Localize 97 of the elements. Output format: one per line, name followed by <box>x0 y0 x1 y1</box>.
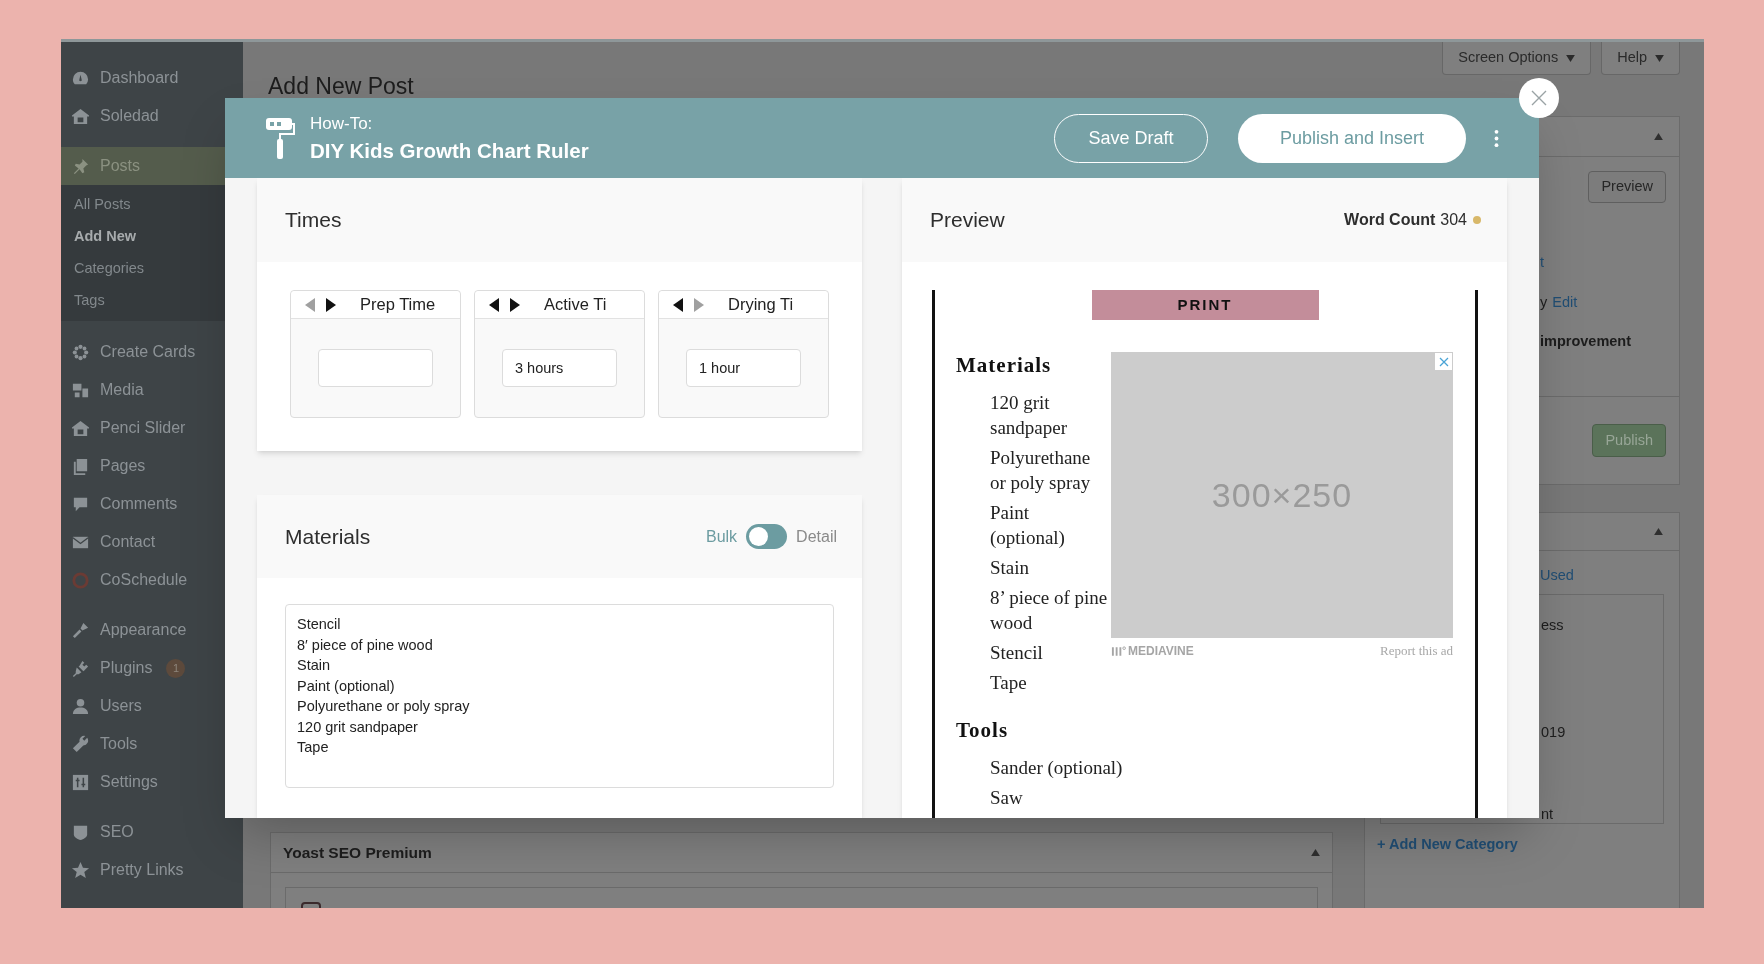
list-item: 8’ piece of pine wood <box>990 586 1108 635</box>
sidebar-item[interactable]: Pages <box>61 447 243 485</box>
page-title: Add New Post <box>268 72 414 99</box>
ad-close-button[interactable] <box>1435 353 1452 370</box>
card-type-label: How-To: <box>310 112 374 135</box>
paint-roller-icon <box>265 116 295 160</box>
section-title: Times <box>285 207 342 234</box>
pages-icon <box>71 456 90 476</box>
list-item: Polyurethane or poly spray <box>990 446 1092 495</box>
publish-and-insert-button[interactable]: Publish and Insert <box>1238 113 1466 163</box>
text-fragment: y <box>1540 293 1548 313</box>
link[interactable]: Edit <box>1552 292 1578 314</box>
star-icon <box>71 860 90 880</box>
ring-icon <box>71 570 90 590</box>
publish-button[interactable]: Publish <box>1592 424 1666 457</box>
mode-toggle[interactable] <box>746 524 788 549</box>
list-item-fragment: ess <box>1541 616 1564 636</box>
house-icon <box>71 418 90 438</box>
help-button[interactable]: Help <box>1601 42 1680 75</box>
text-fragment: improvement <box>1540 332 1632 352</box>
ad-brand: MEDIAVINE <box>1128 642 1194 660</box>
person-icon <box>71 696 90 716</box>
list-item: Sander (optional) <box>990 756 1124 780</box>
list-item: 120 grit sandpaper <box>990 391 1069 440</box>
word-count-label: Word Count <box>1344 210 1436 230</box>
word-count: 304 <box>1440 210 1467 230</box>
flower-icon <box>71 342 90 362</box>
list-item: Stencil <box>990 641 1044 665</box>
collapse-arrow-icon <box>1654 528 1663 535</box>
sidebar-item[interactable]: Contact <box>61 523 243 561</box>
sliders-icon <box>71 772 90 792</box>
sidebar-item[interactable]: Soledad <box>61 97 243 135</box>
section-title: Materials <box>285 523 371 550</box>
bars-logo-icon <box>1111 645 1126 656</box>
right-triangle-icon <box>510 297 520 312</box>
time-slot-label: Active Ti <box>544 294 607 316</box>
add-category-link[interactable]: + Add New Category <box>1377 834 1518 856</box>
panel-title: Yoast SEO Premium <box>283 842 432 863</box>
list-item: Stain <box>990 556 1031 580</box>
plug-icon <box>71 658 90 678</box>
list-item: Saw <box>990 786 1024 810</box>
recipe-heading: Tools <box>956 717 1010 745</box>
time-slot-label: Drying Ti <box>728 294 794 316</box>
sidebar-item[interactable]: Dashboard <box>61 59 243 97</box>
sidebar-item[interactable]: Create Cards <box>61 333 243 371</box>
toggle-label: Bulk <box>705 526 738 547</box>
link[interactable]: t <box>1540 252 1545 274</box>
report-ad-link[interactable]: Report this ad <box>1380 641 1453 661</box>
list-item-fragment: nt <box>1541 805 1554 825</box>
collapse-arrow-icon <box>1654 133 1663 140</box>
sidebar-item[interactable]: Appearance <box>61 611 243 649</box>
caret-icon <box>1655 54 1664 62</box>
next-arrow[interactable] <box>326 296 338 313</box>
next-arrow[interactable] <box>510 296 522 313</box>
sidebar-item[interactable]: CoSchedule <box>61 561 243 599</box>
caret-icon <box>1566 54 1576 62</box>
left-triangle-icon <box>673 297 683 312</box>
recipe-heading: Materials <box>956 352 1053 380</box>
sidebar-item[interactable]: Tools <box>61 725 243 763</box>
sidebar-item[interactable]: Plugins 1 <box>61 649 243 687</box>
time-input[interactable]: 1 hour <box>686 349 801 387</box>
time-input[interactable]: 3 hours <box>502 349 617 387</box>
toggle-label: Detail <box>796 526 837 547</box>
modal-title: DIY Kids Growth Chart Ruler <box>310 137 589 164</box>
preview-button[interactable]: Preview <box>1588 171 1666 203</box>
collapse-arrow-icon <box>1311 849 1320 856</box>
previous-arrow[interactable] <box>489 296 501 313</box>
list-item: Paint (optional) <box>990 501 1066 550</box>
screen-options-button[interactable]: Screen Options <box>1442 42 1592 75</box>
time-slot-label: Prep Time <box>360 294 436 316</box>
right-triangle-icon <box>326 297 336 312</box>
sidebar-item[interactable]: Settings <box>61 763 243 801</box>
print-button[interactable]: PRINT <box>1091 290 1319 320</box>
previous-arrow[interactable] <box>673 296 685 313</box>
more-options-icon <box>1494 127 1499 149</box>
pin-icon <box>71 156 90 176</box>
time-input[interactable] <box>318 349 433 387</box>
sidebar-item[interactable]: Comments <box>61 485 243 523</box>
house-icon <box>71 106 90 126</box>
tab-link[interactable]: Used <box>1540 565 1574 587</box>
sidebar-item[interactable]: Media <box>61 371 243 409</box>
list-item: Tape <box>990 671 1028 695</box>
brush-icon <box>71 620 90 640</box>
sidebar-item[interactable]: Pretty Links <box>61 851 243 889</box>
sidebar-item[interactable]: SEO <box>61 813 243 851</box>
sidebar-item[interactable]: Users <box>61 687 243 725</box>
sidebar-item[interactable]: Penci Slider <box>61 409 243 447</box>
close-icon <box>1531 90 1547 106</box>
materials-textarea[interactable]: Stencil 8′ piece of pine wood Stain Paint (optional) Polyurethane or poly spray 120 grit sandpaper Tape <box>285 604 834 788</box>
close-icon <box>1438 356 1449 367</box>
right-triangle-icon <box>694 297 704 312</box>
list-item-fragment: 019 <box>1541 723 1566 743</box>
left-triangle-icon <box>489 297 499 312</box>
left-triangle-icon <box>305 297 315 312</box>
section-title: Preview <box>930 207 1005 234</box>
wrench-icon <box>71 734 90 754</box>
count-badge: 1 <box>166 658 186 678</box>
